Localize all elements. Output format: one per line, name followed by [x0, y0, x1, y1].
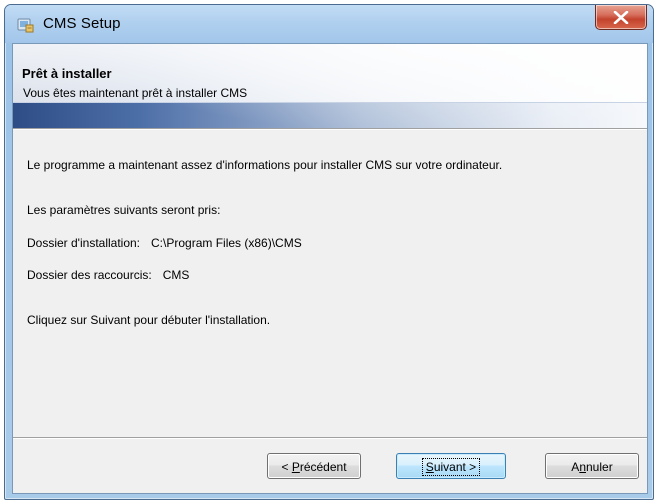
instruction-text: Cliquez sur Suivant pour débuter l'insta…	[27, 313, 271, 327]
cancel-button[interactable]: Annuler	[545, 453, 639, 479]
cancel-button-label: Annuler	[571, 460, 613, 474]
header-banner: Prêt à installer Vous êtes maintenant pr…	[13, 44, 647, 128]
page-subtitle: Vous êtes maintenant prêt à installer CM…	[23, 86, 248, 100]
page-title: Prêt à installer	[22, 66, 112, 81]
banner-text-panel: Prêt à installer Vous êtes maintenant pr…	[13, 44, 647, 103]
install-folder-row: Dossier d'installation: C:\Program Files …	[27, 236, 302, 250]
settings-heading: Les paramètres suivants seront pris:	[27, 203, 221, 217]
window-title: CMS Setup	[43, 15, 121, 32]
next-button-label: Suivant >	[421, 458, 481, 476]
title-bar[interactable]: CMS Setup	[5, 5, 653, 43]
next-button[interactable]: Suivant >	[396, 453, 506, 479]
back-button[interactable]: < Précédent	[267, 453, 361, 479]
intro-text: Le programme a maintenant assez d'inform…	[27, 158, 503, 172]
close-icon	[613, 11, 629, 24]
dialog-client-area: Prêt à installer Vous êtes maintenant pr…	[12, 43, 648, 494]
shortcuts-label: Dossier des raccourcis:	[27, 268, 152, 282]
header-divider	[13, 128, 647, 130]
back-button-label: < Précédent	[281, 460, 347, 474]
installer-icon	[17, 16, 35, 34]
setup-window: CMS Setup Prêt à installer Vous êtes mai…	[4, 4, 654, 500]
shortcuts-value: CMS	[162, 268, 190, 282]
close-button[interactable]	[595, 5, 647, 30]
footer-divider	[13, 437, 647, 439]
shortcuts-row: Dossier des raccourcis: CMS	[27, 268, 189, 282]
install-folder-value: C:\Program Files (x86)\CMS	[151, 236, 302, 250]
install-folder-label: Dossier d'installation:	[27, 236, 141, 250]
